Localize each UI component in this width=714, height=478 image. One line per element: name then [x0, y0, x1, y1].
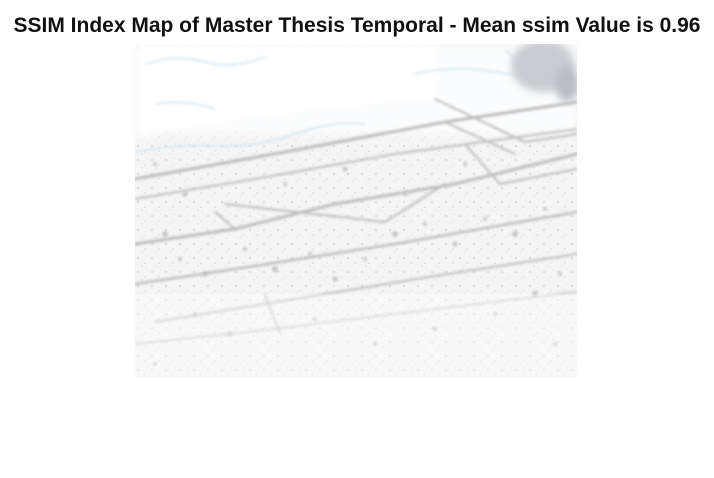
upper-bright-region [135, 44, 577, 139]
figure-title: SSIM Index Map of Master Thesis Temporal… [13, 14, 701, 37]
ssim-index-map-image [135, 44, 577, 378]
lower-haze [135, 294, 577, 378]
ssim-map-graphic [135, 44, 577, 378]
